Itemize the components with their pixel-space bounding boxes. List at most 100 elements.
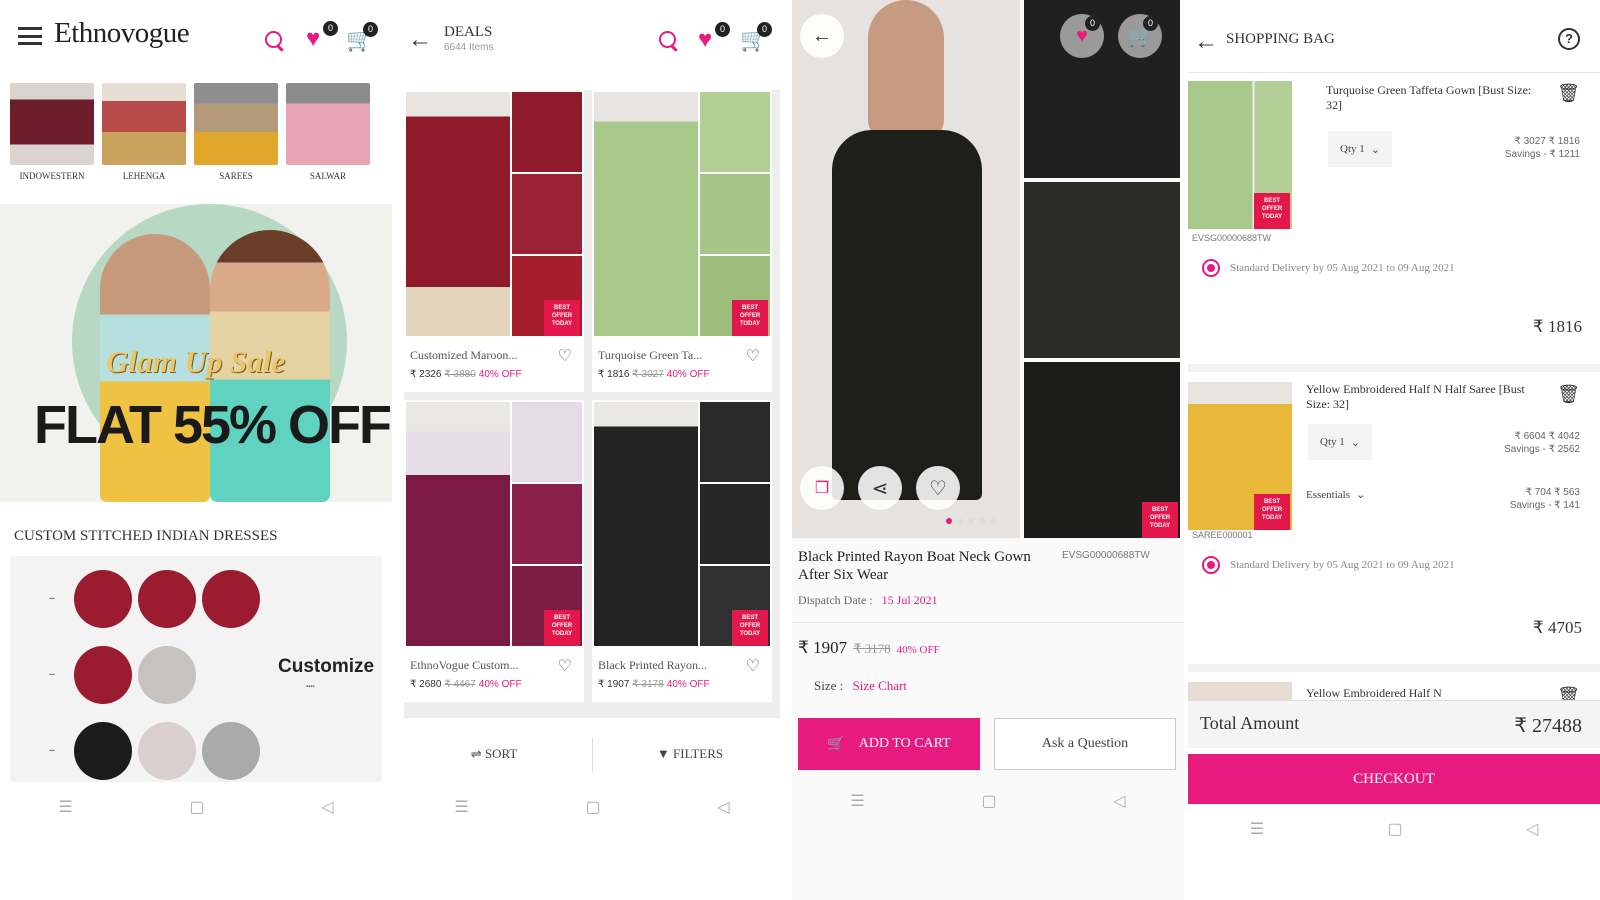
delivery-option[interactable]: Standard Delivery by 05 Aug 2021 to 09 A… (1202, 556, 1455, 574)
old-price: ₹ 3178 (632, 679, 664, 690)
essentials-label: Essentials (1306, 489, 1350, 501)
radio-selected-icon (1202, 556, 1220, 574)
essentials-dropdown[interactable]: Essentials ⌄ (1306, 488, 1365, 501)
back-arrow-icon[interactable]: ← (1194, 28, 1218, 56)
page-title: DEALS (444, 24, 493, 40)
category-sarees[interactable]: SAREES (194, 83, 278, 181)
option-image (138, 722, 196, 780)
home-screen: Ethnovogue ♥ 0 🛒 0 INDOWESTERN LEHENGA SAR… (0, 0, 392, 900)
recents-icon[interactable]: ☰ (1250, 819, 1264, 839)
product-name: Turquoise Green Ta... (598, 348, 703, 362)
size-chart-link[interactable]: Size Chart (853, 678, 908, 693)
help-icon[interactable]: ? (1558, 28, 1580, 50)
product-card[interactable]: BEST OFFER TODAY Customized Maroon... ♡ ₹ … (404, 90, 584, 392)
sort-button[interactable]: ⇌ SORT (396, 746, 592, 762)
delete-icon[interactable]: 🗑 (1557, 384, 1580, 405)
custom-dress-panel[interactable]: ▪▪▪ ▪▪▪ ▪▪▪ Customize ▪▪▪▪ (10, 556, 382, 782)
item-sku: SAREE000001 (1192, 530, 1253, 540)
discount: 40% OFF (666, 369, 710, 380)
wishlist-heart-icon[interactable]: ♡ (746, 346, 760, 366)
product-thumb (512, 92, 582, 172)
product-thumb (512, 402, 582, 482)
home-nav-icon[interactable]: ▢ (189, 797, 204, 817)
menu-icon[interactable] (18, 27, 42, 45)
cart-icon[interactable]: 🛒 0 (740, 22, 772, 52)
option-image (74, 646, 132, 704)
size-label: Size : (814, 678, 844, 693)
category-strip: INDOWESTERN LEHENGA SAREES SALWAR (10, 83, 392, 181)
wishlist-heart-icon[interactable]: ♡ (916, 466, 960, 510)
product-name: Black Printed Rayon... (598, 658, 707, 672)
back-nav-icon[interactable]: ◁ (1526, 819, 1538, 839)
item-sku: EVSG00000688TW (1192, 233, 1272, 243)
bag-item: BEST OFFER TODAY SAREE000001 Yellow Embroi… (1188, 364, 1600, 658)
product-image[interactable]: BEST OFFER TODAY (1188, 81, 1292, 229)
recents-icon[interactable]: ☰ (58, 797, 72, 817)
cart-icon[interactable]: 🛒 0 (1118, 14, 1162, 58)
chevron-down-icon: ⌄ (1370, 143, 1380, 156)
sale-banner[interactable]: Glam Up Sale FLAT 55% OFF (0, 204, 392, 502)
category-lehenga[interactable]: LEHENGA (102, 83, 186, 181)
quantity-select[interactable]: Qty 1 ⌄ (1328, 131, 1392, 167)
home-nav-icon[interactable]: ▢ (585, 797, 600, 817)
product-price: ₹ 1816 ₹ 3027 40% OFF (598, 369, 710, 380)
recents-icon[interactable]: ☰ (850, 791, 864, 811)
quantity-select[interactable]: Qty 1 ⌄ (1308, 424, 1372, 460)
back-nav-icon[interactable]: ◁ (321, 797, 333, 817)
option-image (138, 646, 196, 704)
old-price: ₹ 3178 (853, 641, 891, 656)
essentials-prices: ₹ 704 ₹ 563 Savings - ₹ 141 (1510, 486, 1580, 512)
compare-icon[interactable]: ❐ (800, 466, 844, 510)
wishlist-icon[interactable]: ♥ 0 (698, 22, 730, 52)
recents-icon[interactable]: ☰ (454, 797, 468, 817)
divider (592, 738, 593, 772)
add-to-cart-button[interactable]: 🛒 ADD TO CART (798, 718, 980, 770)
home-nav-icon[interactable]: ▢ (981, 791, 996, 811)
product-thumb[interactable] (1024, 182, 1180, 358)
product-thumb[interactable]: BEST OFFER TODAY (1024, 362, 1180, 538)
ask-question-button[interactable]: Ask a Question (994, 718, 1176, 770)
category-image (194, 83, 278, 165)
search-icon[interactable] (264, 30, 286, 52)
back-arrow-icon[interactable]: ← (408, 26, 432, 54)
old-price: ₹ 3880 (444, 369, 476, 380)
best-offer-badge: BEST OFFER TODAY (1142, 502, 1178, 538)
wishlist-heart-icon[interactable]: ♡ (558, 346, 572, 366)
wishlist-heart-icon[interactable]: ♡ (558, 656, 572, 676)
system-navbar: ☰ ▢ ◁ (396, 790, 788, 824)
price-line: ₹ 704 ₹ 563 (1525, 487, 1580, 498)
qty-label: Qty 1 (1340, 143, 1365, 155)
back-nav-icon[interactable]: ◁ (717, 797, 729, 817)
delete-icon[interactable]: 🗑 (1557, 83, 1580, 104)
filters-button[interactable]: ▼ FILTERS (592, 746, 788, 762)
checkout-button[interactable]: CHECKOUT (1188, 754, 1600, 804)
row-tag: ▪▪▪ (49, 596, 55, 602)
home-nav-icon[interactable]: ▢ (1387, 819, 1402, 839)
dispatch-info: Dispatch Date : 15 Jul 2021 (798, 593, 938, 608)
back-nav-icon[interactable]: ◁ (1113, 791, 1125, 811)
size-row: Size : Size Chart (814, 678, 907, 694)
cart-icon[interactable]: 🛒 0 (346, 22, 378, 52)
product-main-image[interactable] (792, 0, 1020, 538)
back-arrow-icon[interactable]: ← (800, 14, 844, 58)
product-image[interactable]: BEST OFFER TODAY (1188, 382, 1292, 530)
wishlist-icon[interactable]: ♥ 0 (1060, 14, 1104, 58)
image-pager (946, 518, 996, 524)
total-label: Total Amount (1200, 713, 1300, 733)
product-card[interactable]: BEST OFFER TODAY Black Printed Rayon... ♡ … (592, 400, 772, 702)
search-icon[interactable] (658, 30, 680, 52)
product-thumb (512, 484, 582, 564)
product-image (406, 92, 510, 336)
share-icon[interactable]: ⋖ (858, 466, 902, 510)
product-card[interactable]: BEST OFFER TODAY EthnoVogue Custom... ♡ ₹ … (404, 400, 584, 702)
category-indowestern[interactable]: INDOWESTERN (10, 83, 94, 181)
product-card[interactable]: BEST OFFER TODAY Turquoise Green Ta... ♡ ₹… (592, 90, 772, 392)
price-line: ₹ 6604 ₹ 4042 (1514, 431, 1580, 442)
item-total: ₹ 1816 (1532, 317, 1582, 336)
discount: 40% OFF (478, 369, 522, 380)
best-offer-badge: BEST OFFER TODAY (1254, 494, 1290, 530)
category-salwar[interactable]: SALWAR (286, 83, 370, 181)
delivery-option[interactable]: Standard Delivery by 05 Aug 2021 to 09 A… (1202, 259, 1455, 277)
wishlist-icon[interactable]: ♥ 0 (306, 21, 338, 51)
wishlist-heart-icon[interactable]: ♡ (746, 656, 760, 676)
